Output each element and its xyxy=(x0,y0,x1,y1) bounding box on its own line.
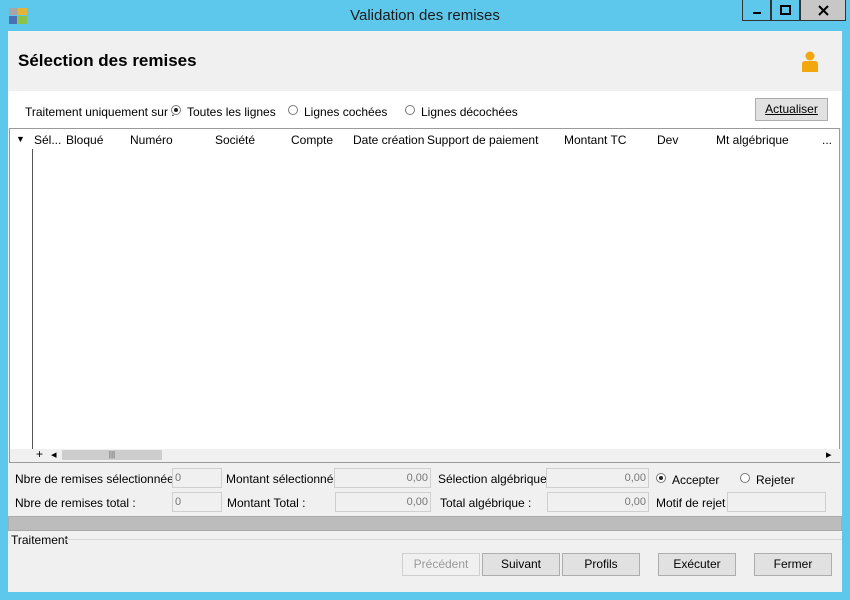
column-header-mt-algebrique[interactable]: Mt algébrique xyxy=(716,133,789,147)
filter-bar: Traitement uniquement sur : Toutes les l… xyxy=(8,91,842,128)
radio-checked-lines[interactable] xyxy=(288,105,298,115)
montant-total-label: Montant Total : xyxy=(227,496,306,510)
selection-algebrique-label: Sélection algébrique : xyxy=(438,472,554,486)
client-area: Sélection des remises Traitement uniquem… xyxy=(8,31,842,592)
page-header: Sélection des remises xyxy=(8,31,842,91)
row-header-column xyxy=(10,129,33,462)
previous-button[interactable]: Précédent xyxy=(402,553,480,576)
next-button[interactable]: Suivant xyxy=(482,553,560,576)
radio-unchecked-lines[interactable] xyxy=(405,105,415,115)
execute-button[interactable]: Exécuter xyxy=(658,553,736,576)
nb-selected-label: Nbre de remises sélectionnées : xyxy=(15,472,187,486)
montant-selected-label: Montant sélectionné : xyxy=(226,472,341,486)
nb-selected-field: 0 xyxy=(172,468,222,488)
nb-total-label: Nbre de remises total : xyxy=(15,496,136,510)
profiles-button[interactable]: Profils xyxy=(562,553,640,576)
column-header-support-paiement[interactable]: Support de paiement xyxy=(427,133,538,147)
traitement-label: Traitement xyxy=(11,533,68,547)
column-header-dev[interactable]: Dev xyxy=(657,133,678,147)
close-dialog-button[interactable]: Fermer xyxy=(754,553,832,576)
traitement-separator xyxy=(64,539,842,540)
radio-unchecked-lines-label[interactable]: Lignes décochées xyxy=(421,105,518,119)
column-header-bloque[interactable]: Bloqué xyxy=(66,133,103,147)
refresh-button[interactable]: Actualiser xyxy=(755,98,828,121)
scroll-left-icon[interactable]: ◂ xyxy=(51,448,57,461)
column-header-societe[interactable]: Société xyxy=(215,133,255,147)
radio-all-lines[interactable] xyxy=(171,105,181,115)
radio-checked-lines-label[interactable]: Lignes cochées xyxy=(304,105,387,119)
grid-header: ▼ Sél... Bloqué Numéro Société Compte Da… xyxy=(10,129,839,149)
application-window: Validation des remises Sélection des rem… xyxy=(0,0,850,600)
radio-rejeter-label[interactable]: Rejeter xyxy=(756,473,795,487)
radio-accepter[interactable] xyxy=(656,473,666,483)
horizontal-scrollbar[interactable]: + ◂ ||| ▸ xyxy=(10,447,840,462)
column-header-compte[interactable]: Compte xyxy=(291,133,333,147)
close-icon xyxy=(817,4,829,16)
remises-grid[interactable]: ▼ Sél... Bloqué Numéro Société Compte Da… xyxy=(9,128,840,463)
column-header-numero[interactable]: Numéro xyxy=(130,133,173,147)
progress-bar xyxy=(8,516,842,531)
motif-rejet-field[interactable] xyxy=(727,492,826,512)
minimize-icon xyxy=(752,12,761,14)
add-row-icon[interactable]: + xyxy=(36,447,43,461)
selection-algebrique-field: 0,00 xyxy=(546,468,649,488)
radio-all-lines-label[interactable]: Toutes les lignes xyxy=(187,105,276,119)
window-title: Validation des remises xyxy=(350,7,500,24)
column-header-selection[interactable]: Sél... xyxy=(34,133,61,147)
page-title: Sélection des remises xyxy=(18,51,197,70)
close-button[interactable] xyxy=(800,0,846,21)
column-header-date-creation[interactable]: Date création xyxy=(353,133,424,147)
montant-total-field: 0,00 xyxy=(335,492,431,512)
scrollbar-thumb[interactable]: ||| xyxy=(62,450,162,460)
montant-selected-field: 0,00 xyxy=(334,468,431,488)
sort-indicator-icon[interactable]: ▼ xyxy=(16,134,25,144)
column-header-montant-tc[interactable]: Montant TC xyxy=(564,133,626,147)
minimize-button[interactable] xyxy=(742,0,771,21)
scroll-right-icon[interactable]: ▸ xyxy=(826,448,832,461)
filter-label: Traitement uniquement sur : xyxy=(25,105,175,119)
total-algebrique-field: 0,00 xyxy=(547,492,649,512)
title-bar[interactable]: Validation des remises xyxy=(0,0,850,31)
user-icon[interactable] xyxy=(801,51,819,73)
radio-rejeter[interactable] xyxy=(740,473,750,483)
nb-total-field: 0 xyxy=(172,492,222,512)
motif-rejet-label: Motif de rejet : xyxy=(656,496,733,510)
maximize-button[interactable] xyxy=(771,0,800,21)
total-algebrique-label: Total algébrique : xyxy=(440,496,532,510)
column-header-more[interactable]: ... xyxy=(822,133,832,147)
maximize-icon xyxy=(780,5,791,15)
radio-accepter-label[interactable]: Accepter xyxy=(672,473,719,487)
